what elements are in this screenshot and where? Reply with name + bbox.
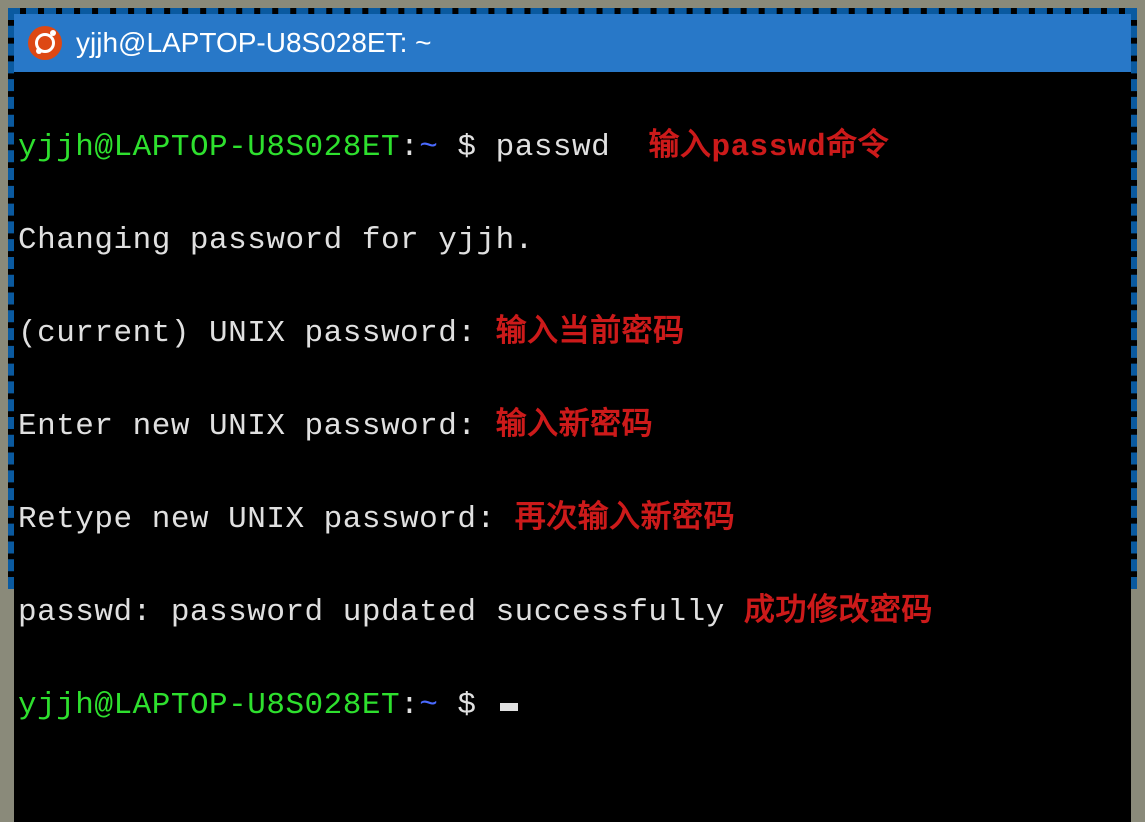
window-title: yjjh@LAPTOP-U8S028ET: ~ (76, 27, 432, 59)
terminal-line-2: Changing password for yjjh. (18, 218, 1127, 265)
terminal-line-3: (current) UNIX password: 输入当前密码 (18, 311, 1127, 358)
prompt-symbol: $ (457, 130, 476, 165)
annotation-5: 成功修改密码 (744, 595, 933, 630)
terminal-line-4: Enter new UNIX password: 输入新密码 (18, 404, 1127, 451)
cursor (500, 703, 518, 711)
window-frame: yjjh@LAPTOP-U8S028ET: ~ yjjh@LAPTOP-U8S0… (8, 8, 1137, 589)
prompt-user: yjjh (18, 130, 94, 165)
titlebar[interactable]: yjjh@LAPTOP-U8S028ET: ~ (14, 14, 1131, 72)
annotation-1: 输入passwd命令 (648, 130, 889, 165)
command-text: passwd (496, 130, 611, 165)
terminal-line-5: Retype new UNIX password: 再次输入新密码 (18, 497, 1127, 544)
terminal-line-6: passwd: password updated successfully 成功… (18, 590, 1127, 637)
prompt-path: ~ (419, 130, 438, 165)
annotation-2: 输入当前密码 (496, 316, 685, 351)
terminal-line-1: yjjh@LAPTOP-U8S028ET:~ $ passwd 输入passwd… (18, 125, 1127, 172)
prompt-host: LAPTOP-U8S028ET (114, 130, 401, 165)
terminal-line-7: yjjh@LAPTOP-U8S028ET:~ $ (18, 683, 1127, 730)
annotation-4: 再次输入新密码 (515, 502, 736, 537)
ubuntu-icon (28, 26, 62, 60)
annotation-3: 输入新密码 (496, 409, 654, 444)
terminal-body[interactable]: yjjh@LAPTOP-U8S028ET:~ $ passwd 输入passwd… (14, 72, 1131, 822)
